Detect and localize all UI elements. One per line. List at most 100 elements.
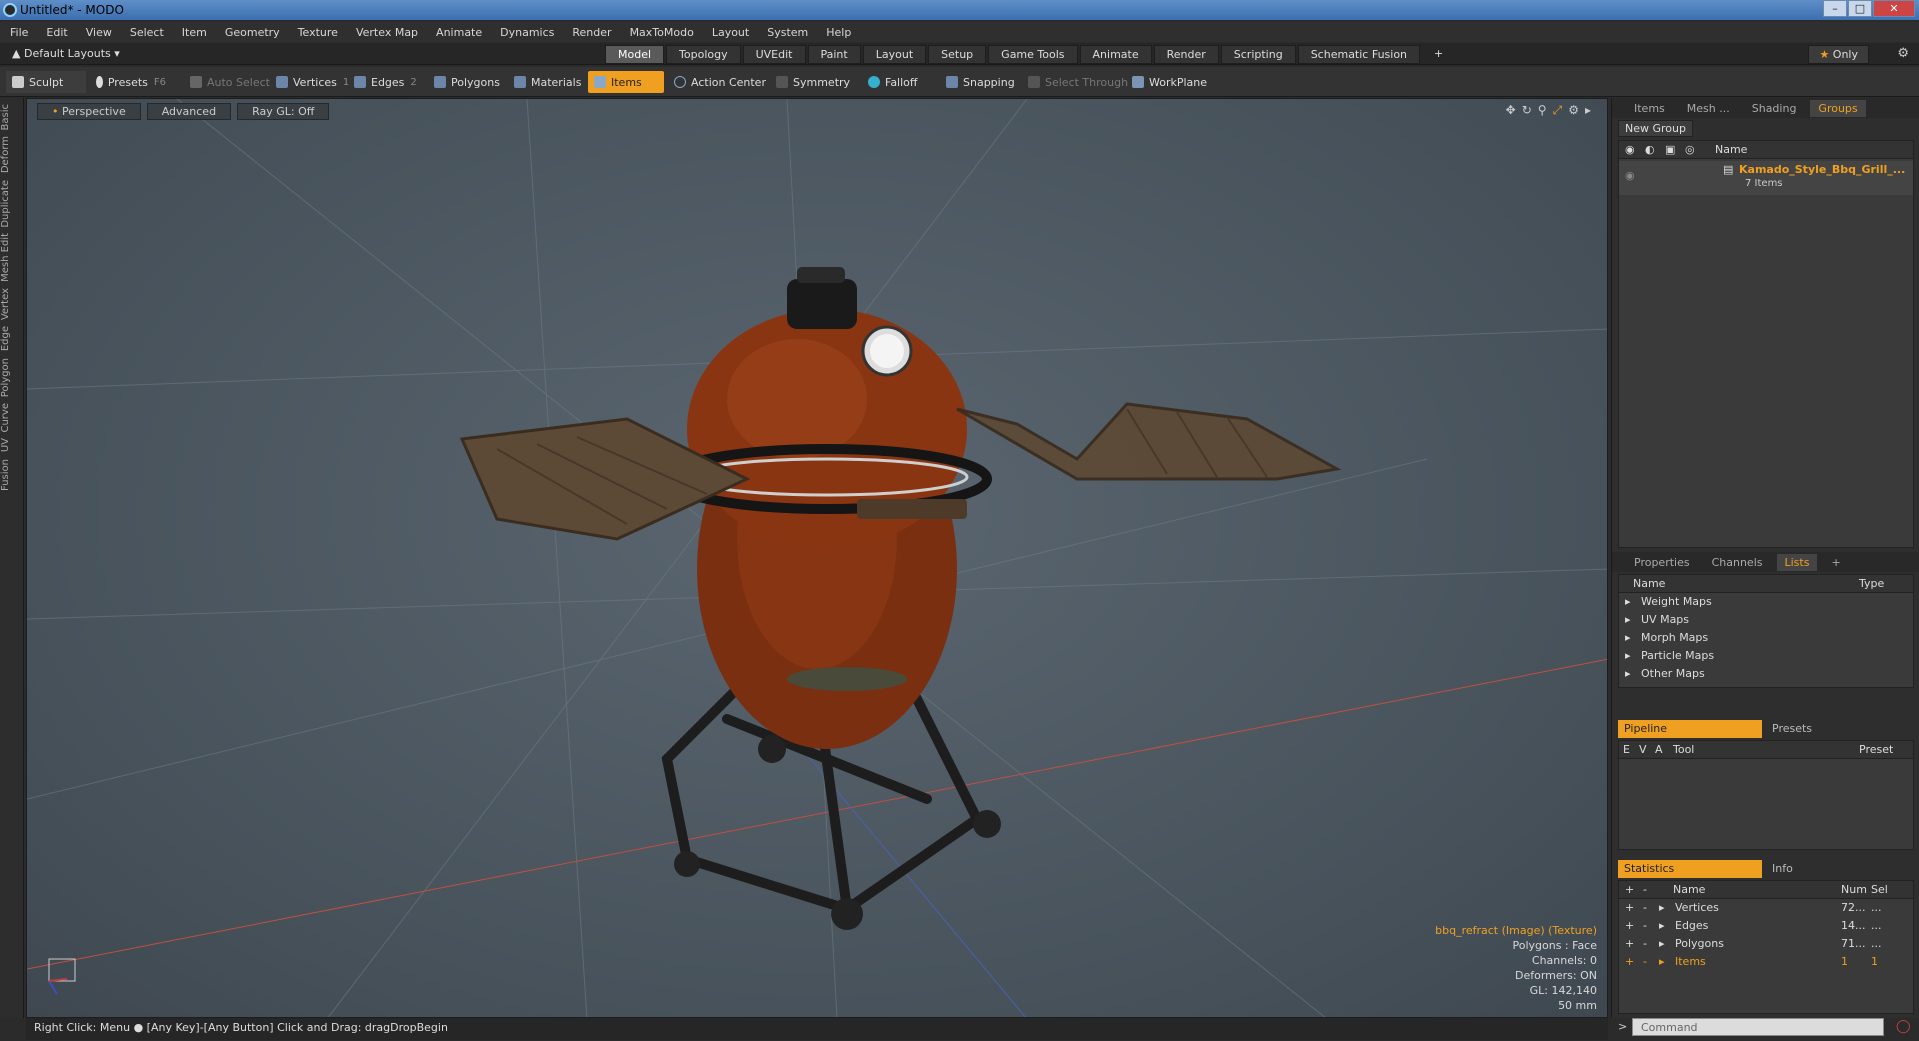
menu-dynamics[interactable]: Dynamics <box>500 26 554 39</box>
command-input[interactable]: Command <box>1632 1018 1884 1036</box>
add-tab-button[interactable]: + <box>1422 45 1455 64</box>
tab-properties[interactable]: Properties <box>1626 554 1698 571</box>
view-advanced-button[interactable]: Advanced <box>146 103 232 120</box>
move-view-icon[interactable]: ✥ <box>1506 103 1522 117</box>
menu-texture[interactable]: Texture <box>298 26 338 39</box>
symmetry-button[interactable]: Symmetry <box>770 71 856 93</box>
left-tab-curve[interactable]: Curve <box>0 403 24 433</box>
tab-groups[interactable]: Groups <box>1810 99 1866 117</box>
close-button[interactable]: ✕ <box>1873 0 1915 17</box>
minimize-button[interactable]: – <box>1823 0 1847 17</box>
tab-uvedit[interactable]: UVEdit <box>742 45 806 64</box>
menu-item[interactable]: Item <box>182 26 207 39</box>
tab-schematic-fusion[interactable]: Schematic Fusion <box>1297 45 1421 64</box>
menu-vertex-map[interactable]: Vertex Map <box>356 26 418 39</box>
add-icon[interactable]: + <box>1625 919 1634 932</box>
menu-animate[interactable]: Animate <box>436 26 482 39</box>
expand-arrow-icon[interactable]: ▸ <box>1625 595 1631 608</box>
left-tab-uv[interactable]: UV <box>0 438 24 452</box>
menu-render[interactable]: Render <box>572 26 611 39</box>
expand-arrow-icon[interactable]: ▸ <box>1659 919 1665 932</box>
maximize-view-icon[interactable]: ⤢ <box>1553 103 1569 117</box>
tab-model[interactable]: Model <box>605 45 665 64</box>
tab-statistics[interactable]: Statistics <box>1618 860 1762 878</box>
tab-scripting[interactable]: Scripting <box>1220 45 1296 64</box>
viewport-menu-icon[interactable]: ▸ <box>1585 103 1597 117</box>
left-tab-deform[interactable]: Deform <box>0 136 24 173</box>
remove-icon[interactable]: - <box>1643 937 1647 950</box>
left-tab-duplicate[interactable]: Duplicate <box>0 180 24 228</box>
remove-icon[interactable]: - <box>1643 919 1647 932</box>
tab-setup[interactable]: Setup <box>928 45 987 64</box>
add-icon[interactable]: + <box>1625 955 1634 968</box>
expand-arrow-icon[interactable]: ▸ <box>1659 901 1665 914</box>
expand-arrow-icon[interactable]: ▸ <box>1659 937 1665 950</box>
tab-paint[interactable]: Paint <box>807 45 861 64</box>
left-tab-mesh-edit[interactable]: Mesh Edit <box>0 233 24 282</box>
stats-row[interactable]: + - ▸ Edges 14...... <box>1619 917 1913 935</box>
expand-arrow-icon[interactable]: ▸ <box>1625 613 1631 626</box>
rotate-view-icon[interactable]: ↻ <box>1522 103 1538 117</box>
left-tab-vertex[interactable]: Vertex <box>0 288 24 320</box>
list-item[interactable]: ▸ UV Maps <box>1619 611 1913 629</box>
auto-select-button[interactable]: Auto Select <box>184 71 276 93</box>
left-tab-polygon[interactable]: Polygon <box>0 358 24 397</box>
tab-items[interactable]: Items <box>1626 100 1673 117</box>
tab-game-tools[interactable]: Game Tools <box>988 45 1078 64</box>
expand-arrow-icon[interactable]: ▸ <box>1659 955 1665 968</box>
menu-layout[interactable]: Layout <box>712 26 749 39</box>
list-item[interactable]: ▸ Morph Maps <box>1619 629 1913 647</box>
view-perspective-button[interactable]: • Perspective <box>37 103 141 120</box>
menu-maxtomodo[interactable]: MaxToModo <box>630 26 694 39</box>
tab-render[interactable]: Render <box>1153 45 1219 64</box>
add-icon[interactable]: + <box>1625 901 1634 914</box>
falloff-button[interactable]: Falloff <box>862 71 923 93</box>
menu-geometry[interactable]: Geometry <box>225 26 280 39</box>
remove-icon[interactable]: - <box>1643 955 1647 968</box>
expand-arrow-icon[interactable]: ▸ <box>1625 649 1631 662</box>
group-row[interactable]: ◉ ▤ Kamado_Style_Bbq_Grill_... 7 Items <box>1619 161 1913 195</box>
menu-view[interactable]: View <box>86 26 112 39</box>
left-tab-edge[interactable]: Edge <box>0 326 24 351</box>
record-icon[interactable]: ◯ <box>1896 1019 1911 1034</box>
new-group-button[interactable]: New Group <box>1618 120 1693 137</box>
kamado-grill-model[interactable] <box>459 267 1342 930</box>
presets-button[interactable]: Presets F6 <box>90 71 172 93</box>
group-visibility-icon[interactable]: ◉ <box>1625 169 1635 182</box>
add-icon[interactable]: + <box>1625 937 1634 950</box>
raygl-button[interactable]: Ray GL: Off <box>237 103 330 120</box>
materials-button[interactable]: Materials <box>508 71 587 93</box>
remove-icon[interactable]: - <box>1643 901 1647 914</box>
left-tab-fusion[interactable]: Fusion <box>0 459 24 491</box>
tab-pipeline[interactable]: Pipeline <box>1618 720 1762 738</box>
tab-mesh[interactable]: Mesh ... <box>1679 100 1738 117</box>
maximize-button[interactable]: □ <box>1848 0 1872 17</box>
add-panel-tab-button[interactable]: + <box>1823 554 1848 571</box>
tab-channels[interactable]: Channels <box>1704 554 1771 571</box>
3d-viewport[interactable]: • Perspective Advanced Ray GL: Off ✥↻⚲⤢⚙… <box>26 98 1608 1018</box>
left-tab-basic[interactable]: Basic <box>0 104 24 130</box>
menu-help[interactable]: Help <box>826 26 851 39</box>
select-through-button[interactable]: Select Through <box>1022 71 1134 93</box>
viewport-settings-icon[interactable]: ⚙ <box>1568 103 1585 117</box>
sculpt-button[interactable]: Sculpt <box>6 71 86 93</box>
tab-layout[interactable]: Layout <box>862 45 927 64</box>
list-item[interactable]: ▸ Weight Maps <box>1619 593 1913 611</box>
stats-row[interactable]: + - ▸ Polygons 71...... <box>1619 935 1913 953</box>
list-item[interactable]: ▸ Other Maps <box>1619 665 1913 683</box>
tab-shading[interactable]: Shading <box>1744 100 1805 117</box>
only-button[interactable]: ★ Only <box>1808 45 1869 64</box>
tab-lists[interactable]: Lists <box>1776 553 1818 571</box>
workplane-button[interactable]: WorkPlane <box>1126 71 1213 93</box>
menu-select[interactable]: Select <box>130 26 164 39</box>
menu-system[interactable]: System <box>767 26 808 39</box>
menu-edit[interactable]: Edit <box>46 26 67 39</box>
snapping-button[interactable]: Snapping <box>940 71 1021 93</box>
tab-topology[interactable]: Topology <box>666 45 741 64</box>
stats-row[interactable]: + - ▸ Vertices 72...... <box>1619 899 1913 917</box>
tab-animate[interactable]: Animate <box>1079 45 1152 64</box>
layout-selector[interactable]: ▲ Default Layouts ▾ <box>12 47 120 60</box>
polygons-button[interactable]: Polygons <box>428 71 506 93</box>
tab-presets[interactable]: Presets <box>1766 720 1818 738</box>
edges-button[interactable]: Edges 2 <box>348 71 423 93</box>
